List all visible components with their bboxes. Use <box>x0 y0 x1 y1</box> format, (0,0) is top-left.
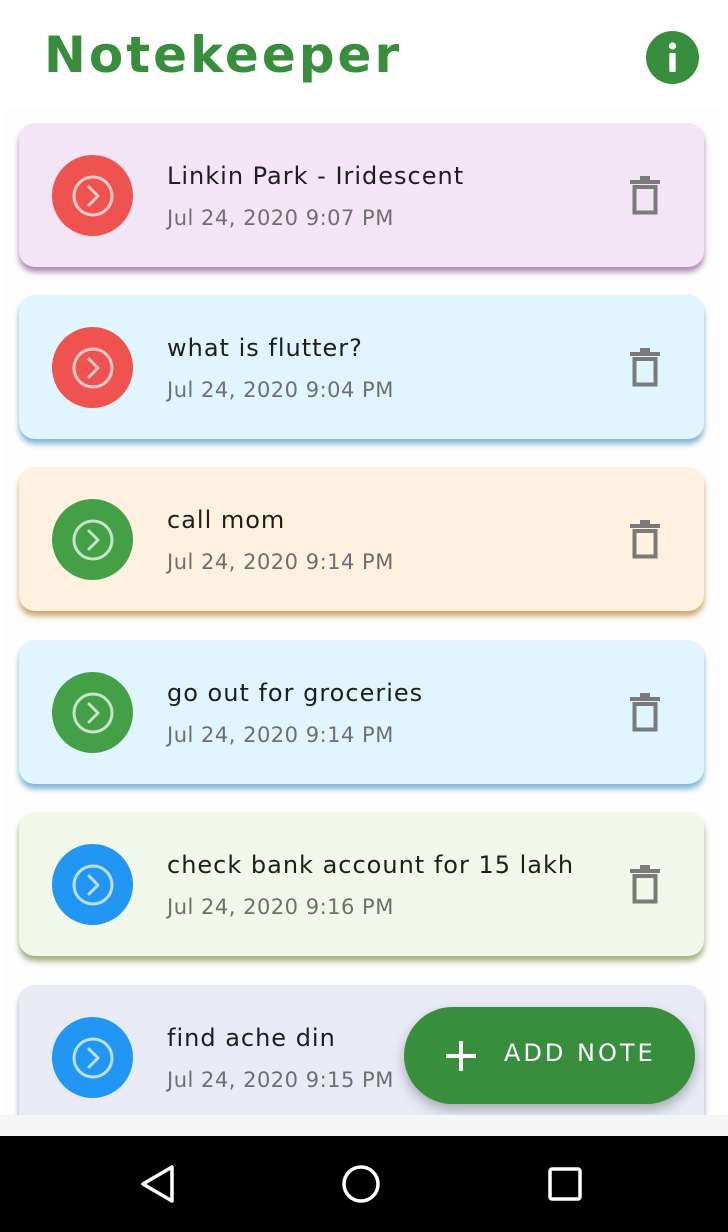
note-date: Jul 24, 2020 9:15 PM <box>167 1068 394 1092</box>
note-title: Linkin Park - Iridescent <box>167 162 465 190</box>
note-date: Jul 24, 2020 9:14 PM <box>167 550 394 574</box>
note-card[interactable]: go out for groceries Jul 24, 2020 9:14 PM <box>19 640 704 784</box>
notes-list[interactable]: Linkin Park - Iridescent Jul 24, 2020 9:0… <box>4 110 720 1115</box>
info-icon <box>668 42 677 72</box>
note-card[interactable]: Linkin Park - Iridescent Jul 24, 2020 9:0… <box>19 123 704 267</box>
trash-icon <box>630 693 660 732</box>
note-title: what is flutter? <box>167 334 363 362</box>
chevron-right-circle-icon <box>72 1037 113 1078</box>
note-status-button[interactable] <box>52 155 133 236</box>
plus-icon <box>446 1041 476 1071</box>
note-card[interactable]: call mom Jul 24, 2020 9:14 PM <box>19 467 704 611</box>
home-icon[interactable] <box>341 1164 381 1204</box>
note-status-button[interactable] <box>52 499 133 580</box>
chevron-right-circle-icon <box>72 175 113 216</box>
delete-button[interactable] <box>627 862 663 906</box>
list-bottom-edge <box>0 1115 728 1136</box>
recents-icon[interactable] <box>545 1164 585 1204</box>
chevron-right-circle-icon <box>72 692 113 733</box>
delete-button[interactable] <box>627 517 663 561</box>
note-status-button[interactable] <box>52 672 133 753</box>
note-status-button[interactable] <box>52 844 133 925</box>
note-date: Jul 24, 2020 9:04 PM <box>167 378 394 402</box>
delete-button[interactable] <box>627 345 663 389</box>
system-navigation-bar <box>0 1136 728 1232</box>
add-note-button[interactable]: ADD NOTE <box>404 1007 695 1104</box>
note-date: Jul 24, 2020 9:16 PM <box>167 895 394 919</box>
chevron-right-circle-icon <box>72 519 113 560</box>
trash-icon <box>630 348 660 387</box>
delete-button[interactable] <box>627 690 663 734</box>
trash-icon <box>630 520 660 559</box>
note-date: Jul 24, 2020 9:14 PM <box>167 723 394 747</box>
note-status-button[interactable] <box>52 327 133 408</box>
chevron-right-circle-icon <box>72 347 113 388</box>
note-status-button[interactable] <box>52 1017 133 1098</box>
app-bar: Notekeeper <box>0 0 728 110</box>
note-card[interactable]: check bank account for 15 lakh Jul 24, 20… <box>19 812 704 956</box>
chevron-right-circle-icon <box>72 864 113 905</box>
note-date: Jul 24, 2020 9:07 PM <box>167 206 394 230</box>
add-note-label: ADD NOTE <box>504 1039 656 1067</box>
note-title: check bank account for 15 lakh <box>167 851 575 879</box>
trash-icon <box>630 176 660 215</box>
note-card[interactable]: what is flutter? Jul 24, 2020 9:04 PM <box>19 295 704 439</box>
delete-button[interactable] <box>627 173 663 217</box>
info-button[interactable] <box>646 31 699 84</box>
app-title: Notekeeper <box>44 26 403 84</box>
note-title: find ache din <box>167 1024 336 1052</box>
note-title: go out for groceries <box>167 679 424 707</box>
trash-icon <box>630 865 660 904</box>
back-icon[interactable] <box>138 1164 178 1204</box>
note-title: call mom <box>167 506 286 534</box>
